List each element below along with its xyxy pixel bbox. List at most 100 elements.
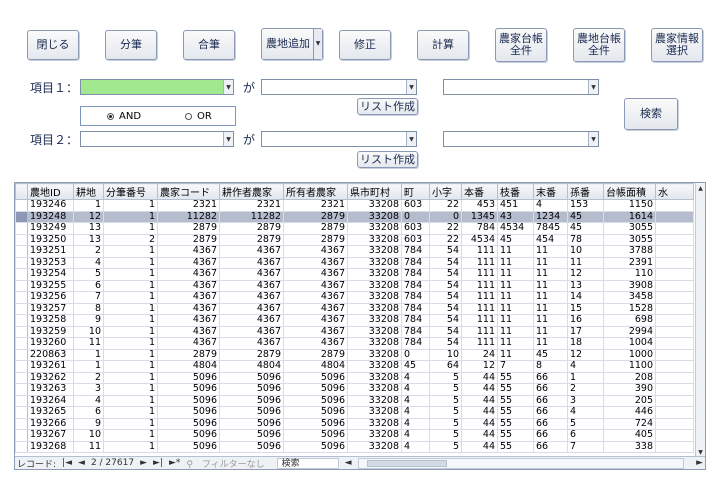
table-cell[interactable]: 11 xyxy=(497,337,534,350)
table-cell[interactable]: 4 xyxy=(401,406,430,419)
table-cell[interactable]: 55 xyxy=(497,406,534,419)
table-cell[interactable]: 451 xyxy=(497,199,534,212)
table-cell[interactable]: 193262 xyxy=(27,371,74,384)
scroll-thumb[interactable] xyxy=(366,459,447,467)
table-cell[interactable]: 4367 xyxy=(157,302,220,315)
table-cell[interactable]: 1 xyxy=(103,348,158,361)
table-cell[interactable]: 193263 xyxy=(27,383,74,396)
column-header[interactable]: 耕作者農家 xyxy=(219,183,284,200)
table-cell[interactable]: 5096 xyxy=(219,406,284,419)
table-cell[interactable] xyxy=(655,222,694,235)
table-cell[interactable]: 5 xyxy=(429,429,462,442)
column-header[interactable]: 町 xyxy=(401,183,430,200)
table-cell[interactable] xyxy=(655,371,694,384)
table-cell[interactable]: 111 xyxy=(461,245,498,258)
merge-button[interactable]: 合筆 xyxy=(183,30,235,60)
table-cell[interactable]: 4367 xyxy=(157,337,220,350)
table-cell[interactable]: 10 xyxy=(73,429,104,442)
table-row[interactable]: 193259 10 1 4367 4367 4367 33208 784 54 111 11 11 17… xyxy=(15,325,694,338)
table-cell[interactable]: 11282 xyxy=(219,210,284,223)
table-cell[interactable]: 1345 xyxy=(461,210,498,223)
table-cell[interactable]: 55 xyxy=(497,440,534,453)
table-cell[interactable]: 11 xyxy=(497,268,534,281)
table-cell[interactable]: 18 xyxy=(567,337,604,350)
table-cell[interactable]: 4 xyxy=(401,440,430,453)
table-cell[interactable]: 4367 xyxy=(219,337,284,350)
table-cell[interactable]: 24 xyxy=(461,348,498,361)
table-cell[interactable]: 4 xyxy=(401,371,430,384)
new-record-icon[interactable]: ►* xyxy=(169,458,180,468)
table-cell[interactable]: 54 xyxy=(429,245,462,258)
table-cell[interactable]: 784 xyxy=(401,291,430,304)
table-cell[interactable]: 12 xyxy=(567,348,604,361)
table-cell[interactable]: 1 xyxy=(103,337,158,350)
table-cell[interactable]: 193257 xyxy=(27,302,74,315)
table-row[interactable]: 193261 1 1 4804 4804 4804 33208 45 64 12 7 8 4 1100 xyxy=(15,360,694,373)
table-cell[interactable]: 1528 xyxy=(603,302,656,315)
table-row[interactable]: 193265 6 1 5096 5096 5096 33208 4 5 44 55 66 4 446 xyxy=(15,406,694,419)
and-radio[interactable]: AND xyxy=(107,111,141,122)
table-cell[interactable]: 66 xyxy=(533,383,568,396)
table-cell[interactable]: 5 xyxy=(429,406,462,419)
row-selector[interactable] xyxy=(15,268,28,281)
table-cell[interactable]: 54 xyxy=(429,314,462,327)
table-cell[interactable]: 4367 xyxy=(157,325,220,338)
row-selector[interactable] xyxy=(15,417,28,430)
table-cell[interactable]: 5096 xyxy=(283,429,348,442)
column-header[interactable]: 所有者農家 xyxy=(283,183,348,200)
table-cell[interactable]: 66 xyxy=(533,406,568,419)
calc-button[interactable]: 計算 xyxy=(417,30,469,60)
table-cell[interactable]: 12 xyxy=(461,360,498,373)
table-cell[interactable] xyxy=(655,337,694,350)
column-header[interactable]: 分筆番号 xyxy=(103,183,158,200)
table-cell[interactable]: 1 xyxy=(103,210,158,223)
table-cell[interactable]: 4804 xyxy=(157,360,220,373)
table-cell[interactable]: 6 xyxy=(73,406,104,419)
table-cell[interactable]: 1 xyxy=(103,302,158,315)
table-cell[interactable]: 5096 xyxy=(157,417,220,430)
table-cell[interactable]: 13 xyxy=(73,233,104,246)
table-cell[interactable]: 2879 xyxy=(219,222,284,235)
table-cell[interactable]: 4534 xyxy=(461,233,498,246)
table-cell[interactable]: 5 xyxy=(567,417,604,430)
table-cell[interactable] xyxy=(655,417,694,430)
table-cell[interactable]: 193250 xyxy=(27,233,74,246)
chevron-down-icon[interactable]: ▼ xyxy=(313,29,322,59)
table-cell[interactable]: 54 xyxy=(429,256,462,269)
table-cell[interactable]: 5096 xyxy=(219,440,284,453)
table-cell[interactable]: 1150 xyxy=(603,199,656,212)
table-cell[interactable]: 208 xyxy=(603,371,656,384)
table-row[interactable]: 193254 5 1 4367 4367 4367 33208 784 54 111 11 11 12 1… xyxy=(15,268,694,281)
table-cell[interactable]: 33208 xyxy=(347,429,402,442)
table-cell[interactable]: 111 xyxy=(461,256,498,269)
table-cell[interactable]: 15 xyxy=(567,302,604,315)
table-cell[interactable]: 390 xyxy=(603,383,656,396)
table-cell[interactable]: 11 xyxy=(533,268,568,281)
table-cell[interactable]: 17 xyxy=(567,325,604,338)
table-cell[interactable]: 44 xyxy=(461,406,498,419)
table-row[interactable]: 193263 3 1 5096 5096 5096 33208 4 5 44 55 66 2 390 xyxy=(15,383,694,396)
edit-button[interactable]: 修正 xyxy=(339,30,391,60)
table-cell[interactable]: 193246 xyxy=(27,199,74,212)
table-cell[interactable]: 2321 xyxy=(157,199,220,212)
table-cell[interactable]: 1 xyxy=(103,279,158,292)
column-header[interactable]: 県市町村 xyxy=(347,183,402,200)
table-cell[interactable] xyxy=(655,256,694,269)
table-cell[interactable] xyxy=(655,325,694,338)
table-cell[interactable]: 11 xyxy=(533,245,568,258)
table-row[interactable]: 193267 10 1 5096 5096 5096 33208 4 5 44 55 66 6 405 xyxy=(15,429,694,442)
table-cell[interactable]: 5096 xyxy=(219,371,284,384)
table-row[interactable]: 193249 13 1 2879 2879 2879 33208 603 22 784 4534 78… xyxy=(15,222,694,235)
table-cell[interactable]: 111 xyxy=(461,314,498,327)
table-cell[interactable]: 5 xyxy=(429,383,462,396)
table-row[interactable]: 193262 2 1 5096 5096 5096 33208 4 5 44 55 66 1 208 xyxy=(15,371,694,384)
table-cell[interactable]: 5096 xyxy=(219,394,284,407)
table-cell[interactable]: 4 xyxy=(73,256,104,269)
table-cell[interactable]: 2879 xyxy=(219,233,284,246)
table-cell[interactable]: 4 xyxy=(401,383,430,396)
table-cell[interactable]: 7 xyxy=(73,291,104,304)
table-cell[interactable]: 45 xyxy=(401,360,430,373)
table-cell[interactable]: 54 xyxy=(429,325,462,338)
table-cell[interactable]: 33208 xyxy=(347,314,402,327)
table-cell[interactable]: 2879 xyxy=(219,348,284,361)
